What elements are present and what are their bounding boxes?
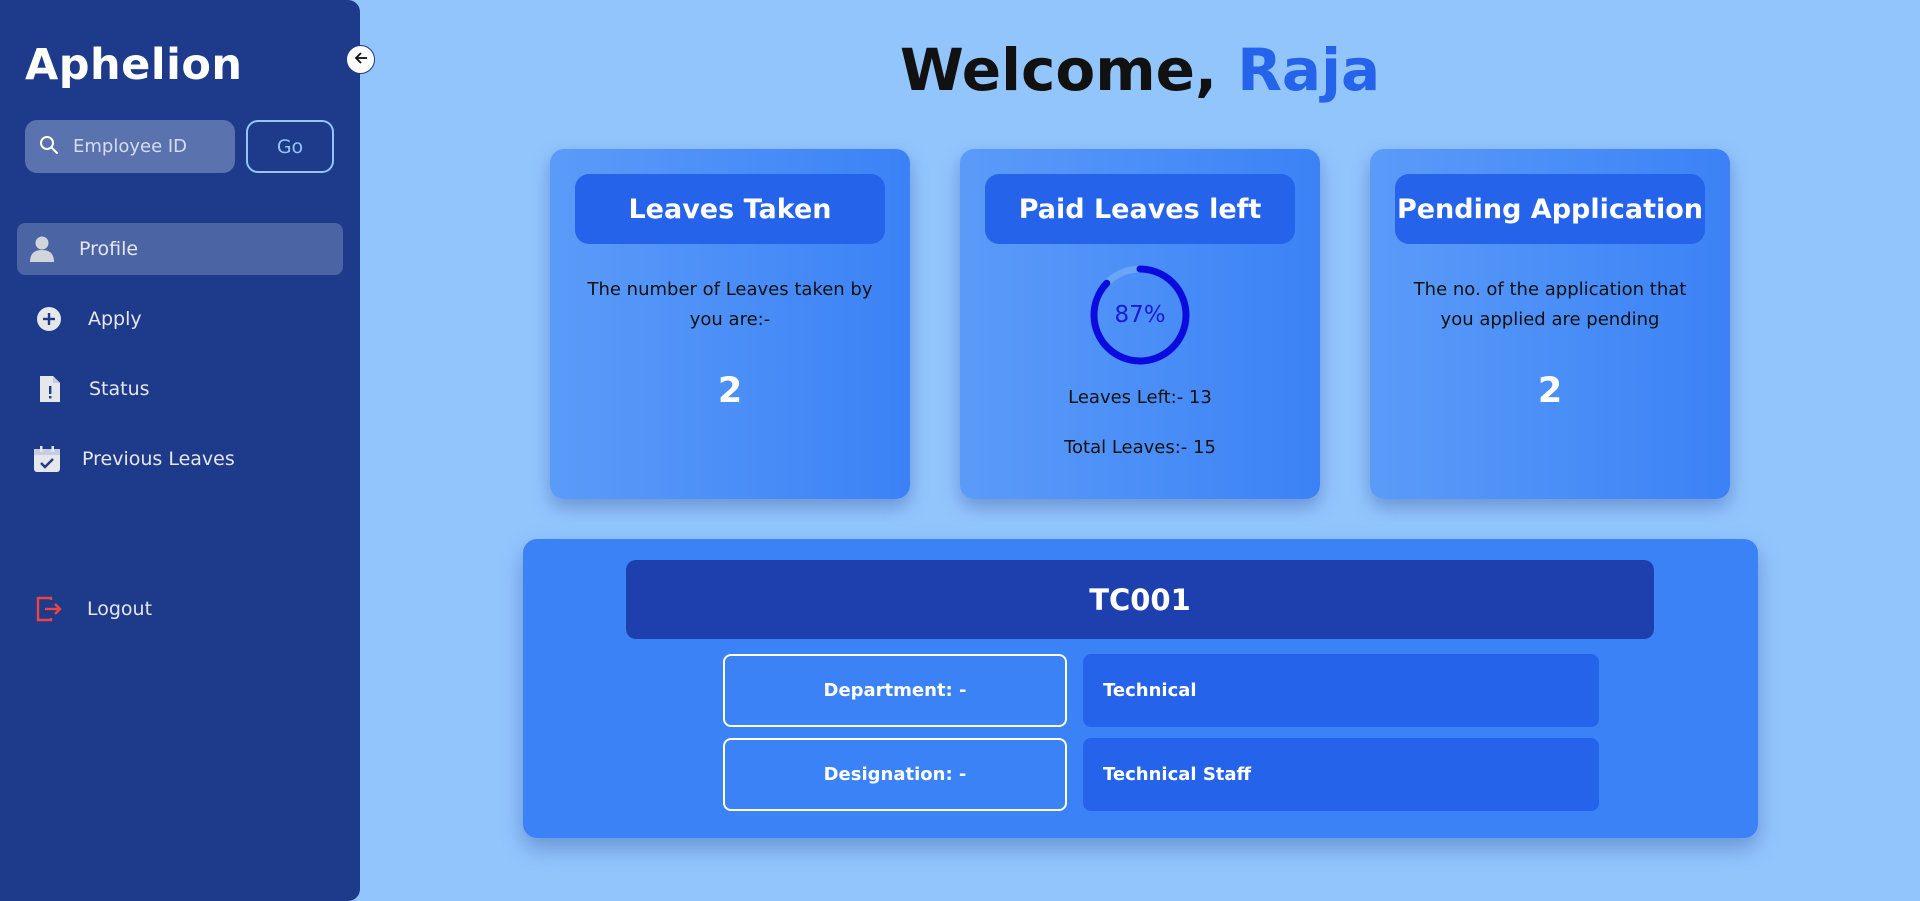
sidebar-item-previous-leaves[interactable]: Previous Leaves: [17, 433, 343, 485]
logout-button[interactable]: Logout: [17, 583, 343, 635]
sidebar-item-status[interactable]: Status: [17, 363, 343, 415]
document-alert-icon: [35, 374, 65, 404]
sidebar-item-label: Profile: [79, 238, 139, 260]
brand-logo: Aphelion: [25, 40, 243, 90]
total-leaves-text: Total Leaves:- 15: [1064, 437, 1216, 458]
card-title: Leaves Taken: [575, 174, 885, 244]
card-description: The number of Leaves taken by you are:-: [587, 279, 873, 330]
go-button[interactable]: Go: [246, 120, 334, 173]
arrow-left-icon: [353, 50, 369, 70]
user-icon: [27, 234, 57, 264]
designation-value: Technical Staff: [1083, 738, 1599, 811]
logout-icon: [34, 594, 64, 624]
leaves-left-text: Leaves Left:- 13: [1068, 387, 1212, 408]
card-description: The no. of the application that you appl…: [1413, 279, 1687, 330]
greeting-text: Welcome,: [899, 36, 1218, 104]
card-title: Paid Leaves left: [985, 174, 1295, 244]
employee-search-box[interactable]: [25, 120, 235, 173]
sidebar-item-label: Status: [89, 378, 150, 400]
paid-leaves-card: Paid Leaves left 87% Leaves Left:- 13 To…: [960, 149, 1320, 499]
progress-percent: 87%: [1114, 302, 1166, 328]
user-name: Raja: [1237, 36, 1381, 104]
sidebar: Aphelion Go Profile Apply: [0, 0, 360, 901]
sidebar-item-apply[interactable]: Apply: [17, 293, 343, 345]
plus-circle-icon: [34, 304, 64, 334]
employee-id-heading: TC001: [626, 560, 1654, 639]
sidebar-item-profile[interactable]: Profile: [17, 223, 343, 275]
calendar-check-icon: [32, 444, 62, 474]
leaves-taken-card: Leaves Taken The number of Leaves taken …: [550, 149, 910, 499]
department-label: Department: -: [723, 654, 1067, 727]
employee-profile-panel: TC001 Department: - Technical Designatio…: [523, 539, 1758, 838]
search-icon: [39, 135, 59, 159]
department-value: Technical: [1083, 654, 1599, 727]
pending-application-card: Pending Application The no. of the appli…: [1370, 149, 1730, 499]
sidebar-item-label: Previous Leaves: [82, 448, 235, 470]
leaves-taken-value: 2: [717, 371, 743, 411]
progress-ring: 87%: [1088, 263, 1192, 367]
designation-label: Designation: -: [723, 738, 1067, 811]
employee-id-input[interactable]: [73, 136, 213, 157]
sidebar-item-label: Apply: [88, 308, 142, 330]
pending-value: 2: [1537, 371, 1563, 411]
collapse-sidebar-button[interactable]: [346, 45, 375, 74]
card-title: Pending Application: [1395, 174, 1705, 244]
logout-label: Logout: [87, 598, 153, 620]
page-title: Welcome, Raja: [360, 36, 1920, 104]
